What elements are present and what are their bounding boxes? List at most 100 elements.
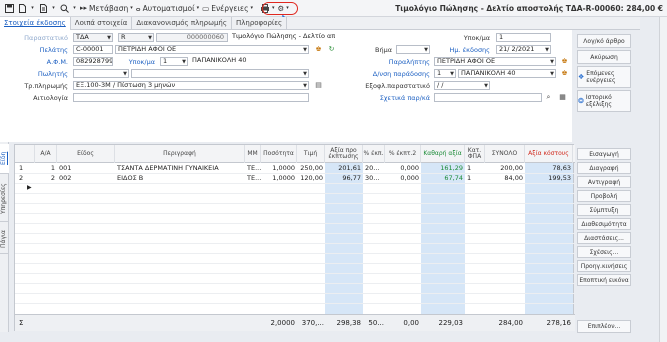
- eisagogi-button[interactable]: Εισαγωγή: [577, 148, 631, 160]
- pwlitis-name-field[interactable]: ▼: [131, 69, 309, 78]
- search-icon[interactable]: [59, 3, 69, 13]
- cost-column-bg: [525, 163, 573, 314]
- row-divider: [15, 253, 575, 254]
- col-disc2[interactable]: % έκπτ.2: [385, 145, 421, 163]
- antigrafi-button[interactable]: Αντιγραφή: [577, 176, 631, 188]
- diagrafi-button[interactable]: Διαγραφή: [577, 162, 631, 174]
- eksol-date-value: / /: [437, 81, 444, 89]
- total-cost: 278,16: [546, 319, 572, 327]
- eksol-label: Εξοφλ.παραστατικό: [365, 82, 430, 90]
- vtab-eidi[interactable]: Είδη: [0, 144, 9, 174]
- col-net[interactable]: Καθαρή αξία: [421, 145, 465, 163]
- total-net: 229,03: [438, 319, 464, 327]
- total-qty: 2,0000: [270, 319, 296, 327]
- series-field[interactable]: ΤΔΑ ▼: [73, 33, 113, 42]
- customer-card-icon[interactable]: ♚: [314, 45, 323, 54]
- pwlitis-field[interactable]: ▼: [73, 69, 129, 78]
- energeies-menu[interactable]: ▭ Ενέργειες ▾: [202, 4, 253, 13]
- payment-field[interactable]: ΕΞ.100-3Μ / Πίστωση 3 μηνών ▼: [73, 81, 309, 90]
- customer-name-value: ΠΕΤΡΙΔΗ ΑΦΟΙ ΟΕ: [118, 45, 177, 53]
- col-sel: [15, 145, 35, 163]
- col-mm[interactable]: ΜΜ: [245, 145, 261, 163]
- vtab-ypiresies[interactable]: Υπηρεσίες: [0, 176, 9, 222]
- cell-gross: 201,61: [338, 164, 361, 172]
- row-divider: [15, 183, 575, 184]
- epipleon-button[interactable]: Επιπλέον...: [577, 320, 631, 333]
- r-value: R: [121, 33, 126, 41]
- save-icon[interactable]: [4, 3, 14, 13]
- proig-kiniseis-button[interactable]: Προηγ.κινήσεις: [577, 260, 631, 272]
- row-divider: [15, 243, 575, 244]
- vtab-pagia[interactable]: Πάγια: [0, 224, 9, 254]
- payment-value: ΕΞ.100-3Μ / Πίστωση 3 μηνών: [76, 81, 176, 89]
- epomenes-energeies-button[interactable]: ❖ Επόμενες ενέργειες: [577, 66, 631, 88]
- gross-column-bg: [325, 163, 363, 314]
- eksol-date-field[interactable]: / / ▼: [434, 81, 490, 90]
- current-row-pointer-icon: ▶: [27, 184, 32, 191]
- istoriko-button[interactable]: ❂ Ιστορικό εξέλιξης: [577, 90, 631, 112]
- col-posotita[interactable]: Ποσότητα: [261, 145, 297, 163]
- copy-document-icon[interactable]: [38, 3, 48, 13]
- sxetika-field[interactable]: [434, 93, 542, 102]
- delivery-card-icon[interactable]: ♚: [560, 69, 569, 78]
- window-scrollbar[interactable]: [659, 17, 667, 342]
- r-field[interactable]: R ▼: [118, 33, 154, 42]
- new-document-icon[interactable]: [17, 3, 27, 13]
- total-disc1: 50...: [368, 319, 384, 327]
- delivery-no-field[interactable]: 1 ▼: [434, 69, 456, 78]
- col-disc1[interactable]: % έκπ.: [363, 145, 385, 163]
- document-tabs: Στοιχεία έκδοσης Λοιπά στοιχεία Διακανον…: [0, 17, 640, 30]
- row-number: 2: [19, 174, 24, 182]
- ypok1-field[interactable]: 1 ▼: [160, 57, 188, 66]
- col-timi[interactable]: Τιμή: [297, 145, 325, 163]
- col-gross[interactable]: Αξία προ έκπτωσης: [325, 145, 363, 163]
- chevron-down-icon[interactable]: ▾: [30, 3, 35, 13]
- row-divider: [15, 223, 575, 224]
- number-field[interactable]: 000000060: [156, 33, 228, 42]
- ypok-r-field[interactable]: 1: [496, 33, 551, 42]
- col-vat[interactable]: Κατ. ΦΠΑ: [465, 145, 485, 163]
- search-icon[interactable]: ⌕: [544, 93, 553, 102]
- col-total[interactable]: ΣΥΝΟΛΟ: [485, 145, 525, 163]
- receiver-field[interactable]: ΠΕΤΡΙΔΗ ΑΦΟΙ ΟΕ ▼: [434, 57, 556, 66]
- customer-code-field[interactable]: C-00001: [73, 45, 113, 54]
- refresh-icon[interactable]: ↻: [327, 45, 336, 54]
- log-arthro-button[interactable]: Λογ/κό άρθρο: [577, 34, 631, 48]
- cell-net: 161,29: [440, 164, 463, 172]
- date-field[interactable]: 21/ 2/2021 ▼: [496, 45, 551, 54]
- right-action-panel: Λογ/κό άρθρο Ακύρωση ❖ Επόμενες ενέργειες…: [577, 30, 631, 340]
- grid-view-icon[interactable]: ▦: [558, 93, 567, 102]
- col-perigrafi[interactable]: Περιγραφή: [115, 145, 245, 163]
- tab-plirofories[interactable]: Πληροφορίες: [232, 17, 288, 30]
- vima-field[interactable]: ▼: [396, 45, 430, 54]
- sxetika-label: Σχετικά παρ/κά: [379, 94, 430, 102]
- delivery-addr-field[interactable]: ΠΑΠΑΝΙΚΟΛΗ 40 ▼: [458, 69, 556, 78]
- col-aa[interactable]: Α/Α: [35, 145, 57, 163]
- total-sum: 284,00: [498, 319, 524, 327]
- delivery-no-value: 1: [437, 69, 442, 77]
- col-cost[interactable]: Αξία κόστους: [525, 145, 573, 163]
- col-eidos[interactable]: Είδος: [57, 145, 115, 163]
- epoptiki-eikona-button[interactable]: Εποπτική εικόνα: [577, 274, 631, 286]
- provoli-button[interactable]: Προβολή: [577, 190, 631, 202]
- diastaseis-button[interactable]: Διαστάσεις...: [577, 232, 631, 244]
- receiver-card-icon[interactable]: ♚: [560, 57, 569, 66]
- automatismoi-menu[interactable]: ⴰ Αυτοματισμοί ▾: [136, 4, 199, 13]
- chevron-down-icon[interactable]: ▾: [72, 3, 77, 13]
- symptyxi-button[interactable]: Σύμπτυξη: [577, 204, 631, 216]
- customer-name-field[interactable]: ΠΕΤΡΙΔΗ ΑΦΟΙ ΟΕ ▼: [115, 45, 309, 54]
- aitiologia-field[interactable]: [73, 93, 309, 102]
- chevron-down-icon[interactable]: ▾: [51, 3, 56, 13]
- chevron-down-icon: ▾: [196, 5, 200, 11]
- diathesimotita-button[interactable]: Διαθεσιμότητα: [577, 218, 631, 230]
- metavasi-menu[interactable]: ▸▸ Μετάβαση ▾: [80, 4, 133, 13]
- calculator-icon[interactable]: ▤: [314, 81, 323, 90]
- tab-diakanonismos[interactable]: Διακανονισμός πληρωμής: [132, 17, 232, 30]
- akyrosi-button[interactable]: Ακύρωση: [577, 50, 631, 64]
- net-column-bg: [421, 163, 465, 314]
- tab-stoixeia-ekdosis[interactable]: Στοιχεία έκδοσης: [0, 17, 71, 30]
- afm-field[interactable]: 082928799: [73, 57, 113, 66]
- sxeseis-button[interactable]: Σχέσεις...: [577, 246, 631, 258]
- tab-loipa-stoixeia[interactable]: Λοιπά στοιχεία: [71, 17, 133, 30]
- cell-gross: 96,77: [342, 174, 361, 182]
